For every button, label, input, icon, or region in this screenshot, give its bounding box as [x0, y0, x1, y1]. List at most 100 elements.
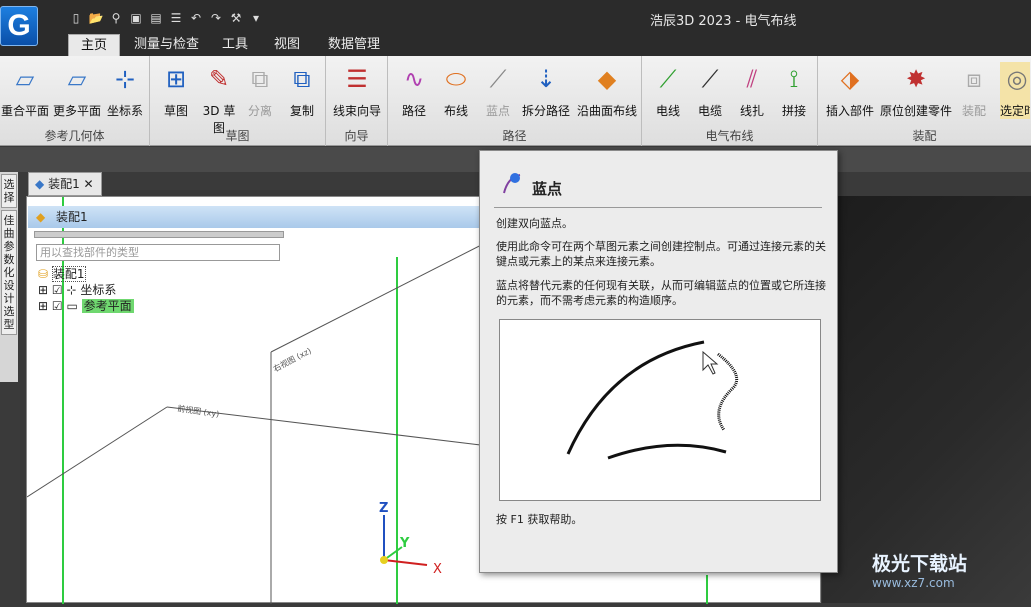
group-assembly: ⬗插入部件 ✸原位创建零件 ⧈装配 ◎选定时 装配 — [818, 56, 1031, 146]
undo-icon[interactable]: ↶ — [188, 10, 204, 26]
app-menu-logo-icon[interactable]: G — [0, 6, 38, 46]
assembly-root-icon: ⛁ — [38, 267, 49, 281]
tree-item-reference-plane[interactable]: ⊞ ☑ ▭ 参考平面 — [38, 298, 134, 314]
z-axis-label: Z — [379, 501, 388, 516]
watermark: 极光下载站 www.xz7.com — [872, 549, 967, 590]
group-path: ∿ 路径 ⬭ 布线 ⟋ 蓝点 ⇣ 拆分路径 ◆ 沿曲面布线 路径 — [388, 56, 642, 146]
insert-component-button[interactable]: ⬗ 插入部件 — [822, 62, 878, 119]
mouse-cursor-icon — [702, 350, 719, 375]
assemble-button[interactable]: ⧈ 装配 — [954, 62, 994, 119]
tree-root[interactable]: ⛁ 装配1 — [38, 266, 134, 282]
tab-tools[interactable]: 工具 — [210, 34, 260, 56]
properties-icon[interactable]: ☰ — [168, 10, 184, 26]
cable-icon: ⟋ — [701, 65, 719, 93]
y-axis-label: Y — [399, 536, 410, 551]
tooltip-title: 蓝点 — [532, 180, 563, 198]
splice-icon: ⟟ — [789, 65, 799, 93]
new-file-icon[interactable]: ▯ — [68, 10, 84, 26]
x-axis — [383, 559, 428, 566]
redo-icon[interactable]: ↷ — [208, 10, 224, 26]
route-button[interactable]: ⬭ 布线 — [436, 62, 476, 119]
3d-sketch-button[interactable]: ✎ 3D 草图 — [198, 62, 240, 136]
tab-data-management[interactable]: 数据管理 — [316, 34, 392, 56]
route-along-surface-button[interactable]: ◆ 沿曲面布线 — [574, 62, 640, 119]
watermark-url: www.xz7.com — [872, 576, 955, 590]
tooltip-divider — [494, 207, 822, 208]
left-side-tabs: 选择 佳曲参数化设计选型 — [0, 172, 18, 382]
select-button[interactable]: ◎选定时 — [1000, 62, 1030, 119]
quick-access-toolbar: ▯ 📂 ⚲ ▣ ▤ ☰ ↶ ↷ ⚒ ▾ — [68, 10, 264, 26]
plane-edge — [270, 236, 498, 353]
sketch-button[interactable]: ⊞ 草图 — [156, 62, 196, 119]
axes-icon: ⊹ — [66, 283, 77, 297]
assembly-tree: ⛁ 装配1 ⊞ ☑ ⊹ 坐标系 ⊞ ☑ ▭ 参考平面 — [38, 266, 134, 314]
plane-edge — [26, 406, 168, 498]
viewport-dark-area — [822, 196, 1031, 603]
side-tab-select[interactable]: 选择 — [1, 174, 17, 208]
panel-assembly-icon: ◆ — [36, 210, 46, 224]
save-icon[interactable]: ▣ — [128, 10, 144, 26]
split-path-button[interactable]: ⇣ 拆分路径 — [518, 62, 574, 119]
route-icon: ⬭ — [445, 65, 467, 93]
harness-wizard-button[interactable]: ☰ 线束向导 — [330, 62, 384, 119]
group-wizard: ☰ 线束向导 向导 — [326, 56, 388, 146]
customize-dropdown-icon[interactable]: ▾ — [248, 10, 264, 26]
tooltip-description-1: 使用此命令可在两个草图元素之间创建控制点。可通过连接元素的关键点或元素上的某点来… — [496, 240, 826, 268]
path-button[interactable]: ∿ 路径 — [394, 62, 434, 119]
separate-button[interactable]: ⧉ 分离 — [240, 62, 280, 119]
close-tab-icon[interactable]: ✕ — [84, 177, 94, 191]
coincident-plane-button[interactable]: ▱ 重合平面 — [0, 62, 50, 119]
assemble-icon: ⧈ — [966, 65, 982, 93]
pathfinder-header: ◆ 装配1 — [28, 206, 480, 228]
splice-button[interactable]: ⟟ 拼接 — [774, 62, 814, 119]
tab-view[interactable]: 视图 — [262, 34, 312, 56]
blue-dot-tooltip-icon — [503, 173, 521, 194]
tools-icon[interactable]: ⚒ — [228, 10, 244, 26]
group-ref-geometry: ▱ 重合平面 ▱ 更多平面 ⊹ 坐标系 参考几何体 — [0, 56, 150, 146]
split-path-icon: ⇣ — [535, 65, 557, 93]
document-tab[interactable]: ◆ 装配1 ✕ — [28, 172, 102, 196]
tooltip-illustration — [499, 319, 821, 501]
blue-dot-button[interactable]: ⟋ 蓝点 — [478, 62, 518, 119]
planes-icon: ▱ — [67, 65, 87, 93]
select-icon: ◎ — [1006, 65, 1028, 93]
tab-home[interactable]: 主页 — [68, 34, 121, 56]
checkbox-icon[interactable]: ☑ — [52, 299, 63, 313]
plane-small-icon: ▭ — [66, 299, 78, 313]
ribbon: ▱ 重合平面 ▱ 更多平面 ⊹ 坐标系 参考几何体 ⊞ 草图 ✎ 3D 草图 ⧉ 分离 ⧉ 复… — [0, 56, 1031, 146]
side-tab-parametric-design[interactable]: 佳曲参数化设计选型 — [1, 210, 17, 335]
separate-icon: ⧉ — [251, 65, 269, 93]
panel-splitter[interactable] — [34, 231, 284, 238]
cable-button[interactable]: ⟋ 电缆 — [690, 62, 730, 119]
search-icon[interactable]: ⚲ — [108, 10, 124, 26]
save-as-icon[interactable]: ▤ — [148, 10, 164, 26]
tooltip-summary: 创建双向蓝点。 — [496, 217, 573, 230]
window-title: 浩辰3D 2023 - 电气布线 — [650, 14, 797, 29]
group-electrical: ⟋ 电线 ⟋ 电缆 ⫽ 线扎 ⟟ 拼接 电气布线 — [642, 56, 818, 146]
assembly-icon: ◆ — [35, 177, 45, 191]
copy-button[interactable]: ⧉ 复制 — [282, 62, 322, 119]
open-file-icon[interactable]: 📂 — [88, 10, 104, 26]
part-search-input[interactable]: 用以查找部件的类型 — [36, 244, 280, 261]
bundle-icon: ⫽ — [746, 65, 758, 93]
group-sketch: ⊞ 草图 ✎ 3D 草图 ⧉ 分离 ⧉ 复制 草图 — [150, 56, 326, 146]
tree-item-coordinate-system[interactable]: ⊞ ☑ ⊹ 坐标系 — [38, 282, 134, 298]
tab-measure[interactable]: 测量与检查 — [122, 34, 211, 56]
tooltip-description-2: 蓝点将替代元素的任何现有关联，从而可编辑蓝点的位置或它所连接的元素，而不需考虑元… — [496, 279, 826, 307]
bundle-button[interactable]: ⫽ 线扎 — [732, 62, 772, 119]
tooltip-help-hint: 按 F1 获取帮助。 — [496, 513, 583, 526]
coordinate-system-button[interactable]: ⊹ 坐标系 — [104, 62, 146, 119]
plane-icon: ▱ — [15, 65, 35, 93]
create-in-place-button[interactable]: ✸ 原位创建零件 — [878, 62, 954, 119]
copy-icon: ⧉ — [293, 65, 311, 93]
command-tooltip: 蓝点 创建双向蓝点。 使用此命令可在两个草图元素之间创建控制点。可通过连接元素的… — [479, 150, 838, 573]
more-planes-button[interactable]: ▱ 更多平面 — [52, 62, 102, 119]
title-bar: ▯ 📂 ⚲ ▣ ▤ ☰ ↶ ↷ ⚒ ▾ 浩辰3D 2023 - 电气布线 — [0, 0, 1031, 36]
harness-wizard-icon: ☰ — [346, 65, 368, 93]
checkbox-icon[interactable]: ☑ — [52, 283, 63, 297]
watermark-name: 极光下载站 — [872, 553, 968, 575]
x-axis-label: X — [433, 562, 442, 577]
wire-button[interactable]: ⟋ 电线 — [648, 62, 688, 119]
surface-route-icon: ◆ — [597, 65, 617, 93]
right-view-label: 右视图 (xz) — [271, 345, 313, 373]
